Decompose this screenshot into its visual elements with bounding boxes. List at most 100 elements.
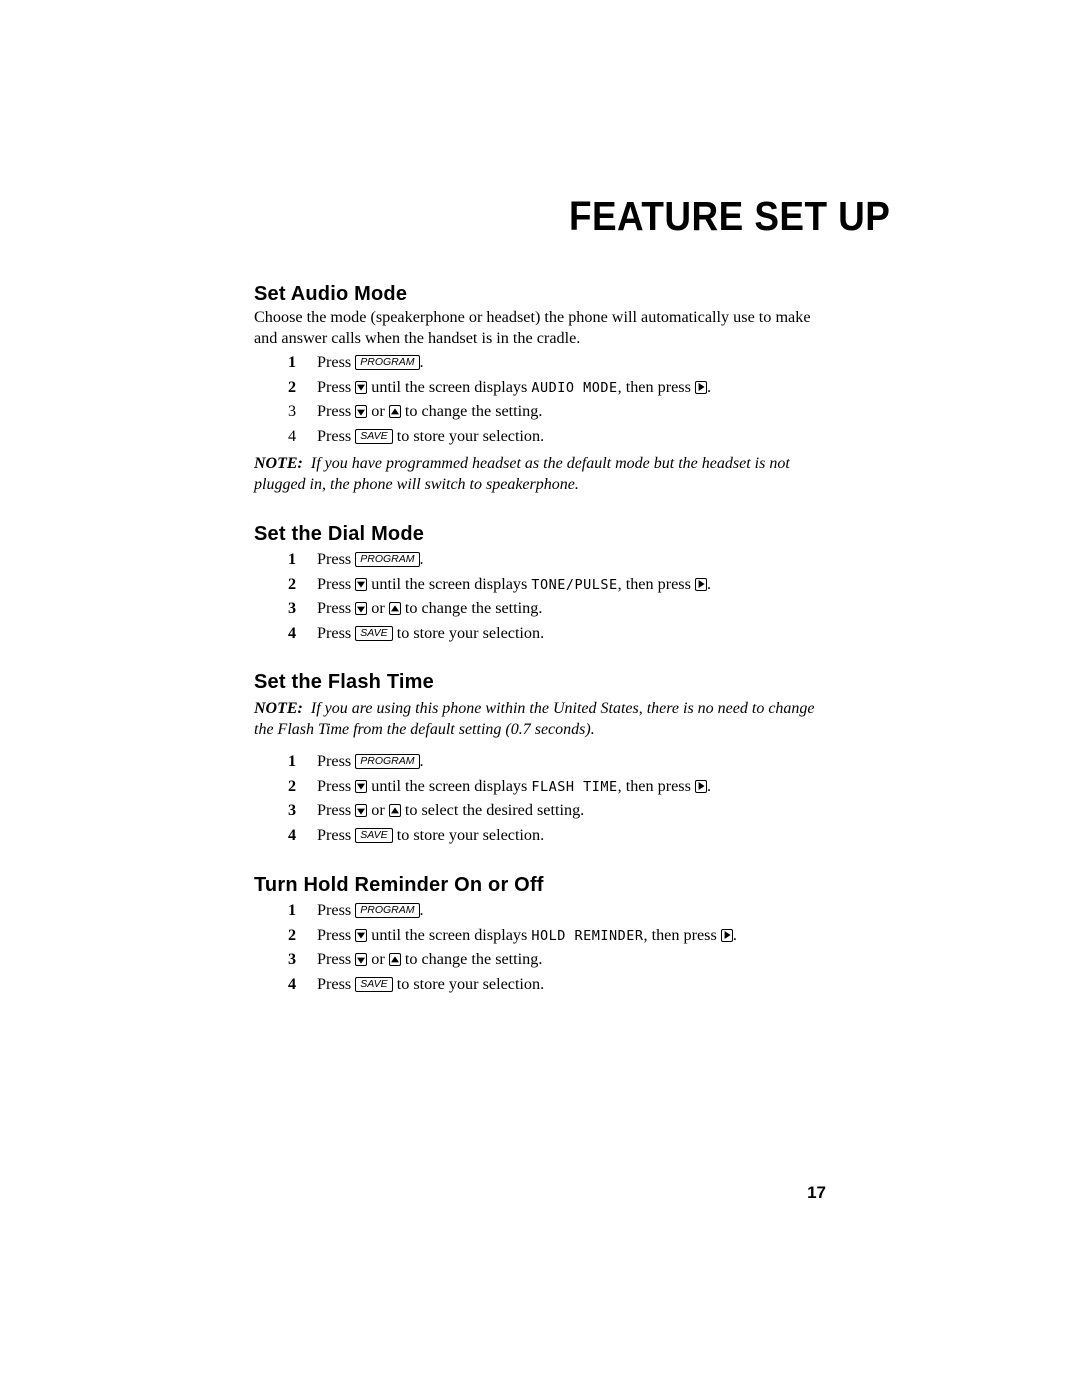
step-1: 1 Press PROGRAM. <box>254 898 834 923</box>
step-text: Press until the screen displays FLASH TI… <box>317 774 711 799</box>
step-suffix: . <box>419 901 424 919</box>
up-arrow-key-icon <box>388 804 401 818</box>
section-set-dial-mode: Set the Dial Mode 1 Press PROGRAM. 2 Pre… <box>254 521 834 646</box>
lcd-display-text: AUDIO MODE <box>531 379 618 396</box>
step-mid-text: until the screen displays <box>371 925 528 944</box>
step-number: 1 <box>288 353 297 371</box>
step-number: 2 <box>288 925 297 944</box>
step-text: Press SAVE to store your selection. <box>317 424 544 449</box>
step-suffix: . <box>419 550 424 568</box>
down-arrow-key-icon <box>355 602 368 616</box>
step-1: 1 Press PROGRAM. <box>254 749 834 774</box>
press-text: Press <box>317 624 352 643</box>
step-text: Press PROGRAM. <box>317 898 424 923</box>
program-key-icon: PROGRAM <box>355 552 420 567</box>
press-text: Press <box>317 377 352 396</box>
step-text: Press until the screen displays TONE/PUL… <box>317 572 711 597</box>
press-text: Press <box>317 901 352 919</box>
down-arrow-key-icon <box>355 779 368 793</box>
press-text: Press <box>317 950 352 969</box>
right-arrow-key-icon <box>694 779 707 793</box>
step-number: 3 <box>288 402 297 421</box>
press-text: Press <box>317 801 352 820</box>
step-text: Press or to change the setting. <box>317 596 542 621</box>
step-2: 2 Press until the screen displays HOLD R… <box>254 923 834 948</box>
press-text: Press <box>317 752 352 770</box>
step-text: Press PROGRAM. <box>317 547 424 572</box>
step-suffix: to store your selection. <box>396 427 545 446</box>
step-1: 1 Press PROGRAM. <box>254 547 834 572</box>
program-key-icon: PROGRAM <box>355 903 420 918</box>
press-text: Press <box>317 826 352 845</box>
down-arrow-key-icon <box>355 953 368 967</box>
save-key-icon: SAVE <box>355 977 393 993</box>
right-arrow-key-icon <box>694 577 707 591</box>
step-then-text: , then press <box>617 377 691 396</box>
page-title: FEATURE SET UP <box>569 193 891 239</box>
down-arrow-key-icon <box>355 380 368 394</box>
step-suffix: to store your selection. <box>396 826 545 845</box>
step-text: Press PROGRAM. <box>317 749 424 774</box>
step-4: 4 Press SAVE to store your selection. <box>254 621 834 646</box>
section-heading: Set Audio Mode <box>254 283 408 305</box>
step-4: 4 Press SAVE to store your selection. <box>254 972 834 997</box>
step-number: 1 <box>288 752 297 770</box>
section-hold-reminder: Turn Hold Reminder On or Off 1 Press PRO… <box>254 872 834 997</box>
step-number: 1 <box>288 550 297 568</box>
steps-list: 1 Press PROGRAM. 2 Press until the scree… <box>254 898 834 997</box>
step-suffix: to change the setting. <box>404 950 543 969</box>
step-mid-text: until the screen displays <box>371 776 528 795</box>
step-number: 1 <box>288 901 297 919</box>
up-arrow-key-icon <box>388 405 401 419</box>
down-arrow-key-icon <box>355 405 368 419</box>
step-number: 3 <box>288 950 297 969</box>
press-text: Press <box>317 776 352 795</box>
step-text: Press or to change the setting. <box>317 399 542 424</box>
step-3: 3 Press or to change the setting. <box>254 596 834 621</box>
press-text: Press <box>317 402 352 421</box>
step-then-text: , then press <box>617 776 691 795</box>
step-suffix: . <box>732 925 737 944</box>
or-text: or <box>371 950 385 969</box>
press-text: Press <box>317 975 352 994</box>
step-text: Press until the screen displays HOLD REM… <box>317 923 737 948</box>
note-label: NOTE: <box>254 454 303 472</box>
right-arrow-key-icon <box>720 928 733 942</box>
down-arrow-key-icon <box>355 804 368 818</box>
note-text: If you have programmed headset as the de… <box>254 454 790 493</box>
save-key-icon: SAVE <box>355 828 393 844</box>
step-text: Press or to select the desired setting. <box>317 798 584 823</box>
down-arrow-key-icon <box>355 928 368 942</box>
or-text: or <box>371 599 385 618</box>
step-number: 4 <box>288 624 297 643</box>
lcd-display-text: FLASH TIME <box>531 778 618 795</box>
step-suffix: . <box>706 776 711 795</box>
step-text: Press SAVE to store your selection. <box>317 972 544 997</box>
section-heading: Set the Flash Time <box>254 671 434 693</box>
or-text: or <box>371 801 385 820</box>
step-number: 3 <box>288 801 297 820</box>
press-text: Press <box>317 353 352 371</box>
step-1: 1 Press PROGRAM. <box>254 350 834 375</box>
lcd-display-text: HOLD REMINDER <box>531 927 644 944</box>
step-text: Press SAVE to store your selection. <box>317 621 544 646</box>
step-suffix: to store your selection. <box>396 975 545 994</box>
press-text: Press <box>317 925 352 944</box>
step-text: Press SAVE to store your selection. <box>317 823 544 848</box>
step-number: 2 <box>288 574 297 593</box>
step-then-text: , then press <box>643 925 717 944</box>
step-then-text: , then press <box>617 574 691 593</box>
press-text: Press <box>317 427 352 446</box>
step-4: 4 Press SAVE to store your selection. <box>254 424 834 449</box>
down-arrow-key-icon <box>355 577 368 591</box>
up-arrow-key-icon <box>388 953 401 967</box>
steps-list: 1 Press PROGRAM. 2 Press until the scree… <box>254 350 834 449</box>
up-arrow-key-icon <box>388 602 401 616</box>
section-set-audio-mode: Set Audio Mode Choose the mode (speakerp… <box>254 281 834 495</box>
step-suffix: . <box>706 574 711 593</box>
step-suffix: . <box>706 377 711 396</box>
press-text: Press <box>317 574 352 593</box>
press-text: Press <box>317 599 352 618</box>
step-text: Press PROGRAM. <box>317 350 424 375</box>
step-2: 2 Press until the screen displays TONE/P… <box>254 572 834 597</box>
